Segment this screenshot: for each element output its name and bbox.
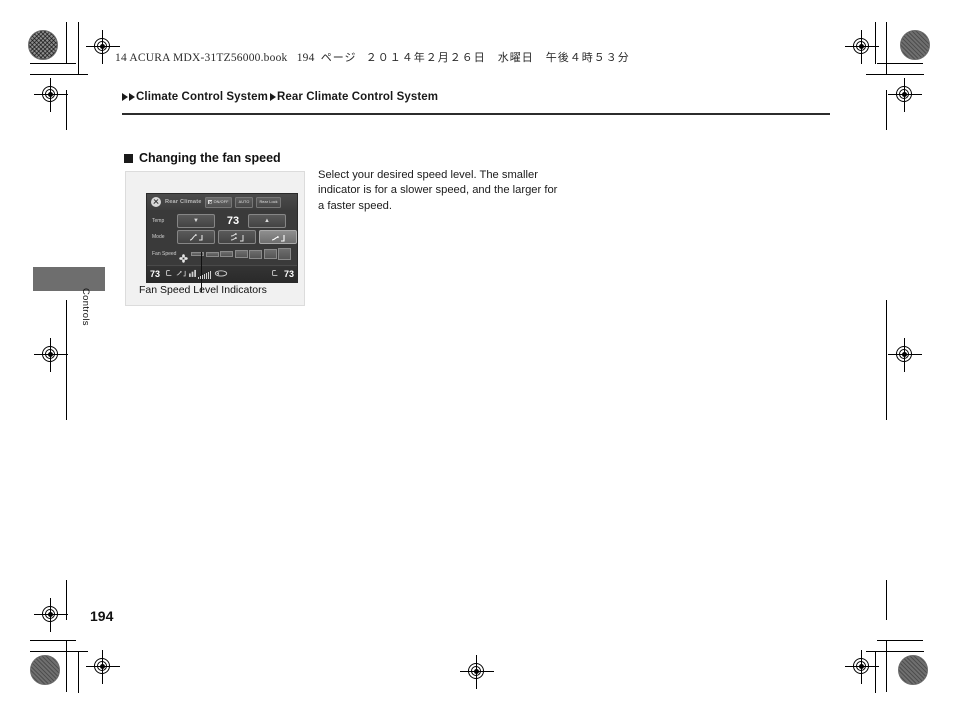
mode-floor-vent-button[interactable] <box>259 230 297 244</box>
airflow-icon <box>176 269 186 279</box>
crop-line <box>886 22 888 74</box>
onoff-button-label: ON/OFF <box>213 200 229 204</box>
fan-level-segment-7[interactable] <box>278 248 291 260</box>
bullet-square-icon <box>124 153 133 163</box>
mode-face-floor-vent-button[interactable] <box>218 230 256 244</box>
rear-climate-screen: Rear Climate ON/OFF AUTO Rear Lock Temp … <box>146 193 298 283</box>
crop-line <box>875 22 877 64</box>
crop-line <box>866 74 924 76</box>
crop-line <box>30 74 88 76</box>
screen-title: Rear Climate <box>165 199 202 205</box>
header-book-name: 14 ACURA MDX-31TZ56000.book <box>115 52 288 64</box>
fan-level-icon <box>188 269 196 279</box>
breadcrumb: Climate Control System Rear Climate Cont… <box>122 91 438 103</box>
floor-vent-icon <box>271 234 285 242</box>
temp-down-button[interactable]: ▼ <box>177 214 215 228</box>
section-heading-label: Changing the fan speed <box>139 151 281 165</box>
mode-row-label: Mode <box>152 234 165 240</box>
crop-line <box>877 63 923 65</box>
fan-level-segment-4[interactable] <box>234 250 248 258</box>
chevron-right-icon <box>129 93 135 101</box>
temp-up-button[interactable]: ▲ <box>248 214 286 228</box>
seat-heater-icon <box>271 269 279 279</box>
crop-line <box>30 640 76 642</box>
crop-line <box>886 300 888 420</box>
temp-row: Temp ▼ 73 ▲ <box>147 214 297 228</box>
registration-mark-top-left-lower <box>34 78 68 112</box>
halftone-target-bottom-right <box>898 655 928 685</box>
registration-mark-left-middle <box>34 338 68 372</box>
fan-level-segment-3[interactable] <box>220 251 233 257</box>
crop-line <box>78 651 80 693</box>
fan-level-segment-6[interactable] <box>263 248 277 260</box>
triangle-up-icon: ▲ <box>264 218 270 224</box>
recirculate-icon <box>214 269 228 279</box>
fan-icon <box>179 250 188 263</box>
crop-line <box>66 22 68 64</box>
mode-row: Mode <box>147 230 297 244</box>
status-right-temp: 73 <box>283 269 294 279</box>
auto-button[interactable]: AUTO <box>235 196 253 208</box>
page-number: 194 <box>90 608 114 624</box>
screen-top-bar: Rear Climate ON/OFF AUTO Rear Lock <box>147 194 297 210</box>
face-and-floor-vent-icon <box>230 232 244 241</box>
screen-status-bar: 73 73 <box>147 265 297 282</box>
crop-line <box>66 580 68 620</box>
triangle-down-icon: ▼ <box>193 218 199 224</box>
fan-level-segment-2[interactable] <box>205 251 219 257</box>
registration-mark-bottom-left-upper <box>34 598 68 632</box>
onoff-button[interactable]: ON/OFF <box>204 196 233 208</box>
registration-mark-top-right-lower <box>888 78 922 112</box>
crop-line <box>886 90 888 130</box>
face-vent-icon <box>189 233 203 241</box>
registration-mark-bottom-left-lower <box>86 650 120 684</box>
status-left-temp: 73 <box>150 269 161 279</box>
header-date: ２０１４年２月２６日 水曜日 午後４時５３分 <box>365 51 630 64</box>
seat-heater-icon <box>165 269 173 279</box>
crop-line <box>875 651 877 693</box>
crop-line <box>886 580 888 620</box>
print-header: 14 ACURA MDX-31TZ56000.book 194 ページ ２０１４… <box>115 49 630 65</box>
header-page-unit: ページ <box>320 51 357 64</box>
crop-line <box>66 300 68 420</box>
crop-line <box>877 640 923 642</box>
crop-line <box>66 90 68 130</box>
figure-caption: Fan Speed Level Indicators <box>139 284 267 296</box>
section-heading: Changing the fan speed <box>124 151 281 165</box>
registration-mark-bottom-right-lower <box>845 650 879 684</box>
rear-lock-button-label: Rear Lock <box>259 200 278 204</box>
close-icon[interactable] <box>151 197 161 207</box>
section-body-text: Select your desired speed level. The sma… <box>318 169 558 212</box>
fan-level-segment-5[interactable] <box>249 249 262 259</box>
auto-button-label: AUTO <box>238 200 250 204</box>
chevron-right-icon <box>122 93 128 101</box>
halftone-target-top-left <box>28 30 58 60</box>
header-page-number: 194 <box>296 52 315 64</box>
registration-mark-right-middle <box>888 338 922 372</box>
header-rule <box>122 113 830 115</box>
crop-line <box>66 640 68 692</box>
temp-value: 73 <box>226 215 240 227</box>
rear-lock-button[interactable]: Rear Lock <box>255 196 282 208</box>
chevron-right-icon <box>269 93 276 101</box>
crop-line <box>78 22 80 74</box>
x-icon <box>208 200 213 204</box>
registration-mark-bottom-center <box>460 655 494 689</box>
breadcrumb-level-1: Climate Control System <box>136 91 268 103</box>
fan-speed-row: Fan Speed <box>147 248 297 263</box>
fan-speed-row-label: Fan Speed <box>152 251 177 257</box>
chapter-tab <box>33 267 105 291</box>
crop-line <box>30 63 76 65</box>
chapter-tab-label: Controls <box>80 288 91 326</box>
breadcrumb-level-2: Rear Climate Control System <box>276 91 439 103</box>
registration-mark-top-right-upper <box>845 30 879 64</box>
halftone-target-top-right <box>900 30 930 60</box>
crop-line <box>886 640 888 692</box>
mode-face-vent-button[interactable] <box>177 230 215 244</box>
temp-row-label: Temp <box>152 218 165 224</box>
halftone-target-bottom-left <box>30 655 60 685</box>
